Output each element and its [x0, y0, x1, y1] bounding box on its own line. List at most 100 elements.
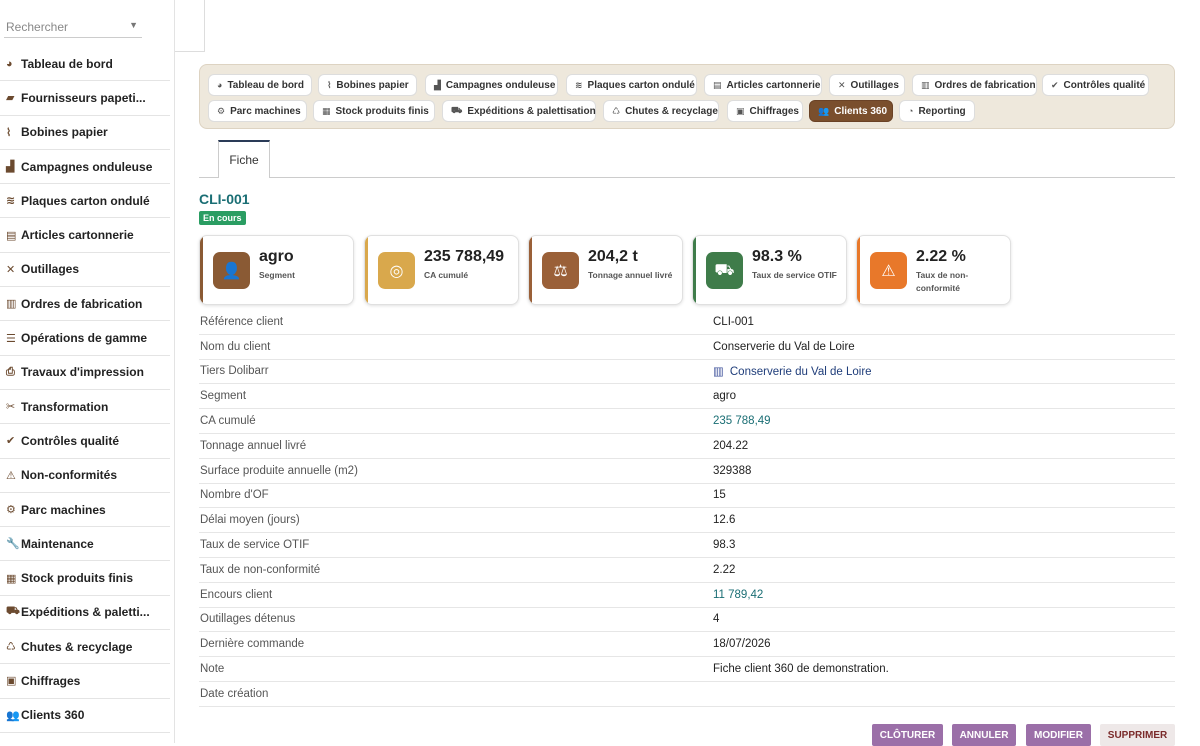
tab-label: Articles cartonnerie	[726, 79, 821, 91]
sidebar-menu: ◕ Tableau de bord ▰ Fournisseurs papeti... ⌇…	[0, 47, 170, 733]
field-label: Référence client	[200, 315, 284, 328]
sidebar-item[interactable]: ⌇ Bobines papier	[0, 116, 170, 150]
kpi-card: ◎ 235 788,49 CA cumulé	[364, 235, 519, 305]
module-tabs: ◕ Tableau de bord ⌇ Bobines papier ▟ Campagne…	[199, 64, 1175, 129]
field-value: 329388	[713, 464, 752, 477]
search-placeholder: Rechercher	[6, 20, 69, 34]
search-select[interactable]: Rechercher ▼	[4, 14, 142, 38]
field-value[interactable]: ▥ Conserverie du Val de Loire	[713, 364, 872, 378]
tab-plaques-carton-ondul[interactable]: ≋ Plaques carton ondulé	[566, 74, 697, 96]
field-value: 4	[713, 613, 720, 626]
kpi-value: 98.3 %	[752, 248, 802, 265]
tab-chutes-recyclage[interactable]: ♺ Chutes & recyclage	[603, 100, 719, 122]
sidebar-item[interactable]: ▰ Fournisseurs papeti...	[0, 81, 170, 116]
tab-label: Reporting	[918, 105, 966, 117]
field-label: Tonnage annuel livré	[200, 439, 307, 452]
detail-row: Nombre d'OF 15	[199, 484, 1175, 509]
box-icon: ▤	[713, 79, 722, 90]
tab-reporting[interactable]: ◔ Reporting	[899, 100, 975, 122]
cogs-icon: ⚙	[217, 105, 226, 116]
tab-campagnes-onduleuse[interactable]: ▟ Campagnes onduleuse	[425, 74, 558, 96]
top-strip	[175, 0, 205, 52]
industry-icon: ▟	[6, 161, 15, 174]
sidebar-item[interactable]: ≋ Plaques carton ondulé	[0, 184, 170, 219]
shipping-icon: ⛟	[6, 605, 20, 618]
chart-pie-icon: ◔	[908, 106, 914, 116]
tab-contr-les-qualit[interactable]: ✔ Contrôles qualité	[1042, 74, 1149, 96]
sidebar-item[interactable]: ☰ Opérations de gamme	[0, 321, 170, 356]
chevron-down-icon[interactable]: ▼	[129, 20, 138, 30]
status-badge: En cours	[199, 211, 246, 225]
tools-icon: ✕	[838, 79, 846, 90]
user-tag-icon: 👤	[213, 252, 250, 289]
sidebar-item[interactable]: ▣ Chiffrages	[0, 664, 170, 699]
recycle-icon: ♺	[612, 105, 621, 116]
tab-parc-machines[interactable]: ⚙ Parc machines	[208, 100, 307, 122]
tab-label: Campagnes onduleuse	[445, 79, 556, 91]
warehouse-icon: ▦	[6, 572, 17, 585]
tab-label: Chiffrages	[749, 105, 799, 117]
sidebar-item[interactable]: ⛟ Expéditions & paletti...	[0, 596, 170, 631]
record-tabs: Fiche	[199, 140, 1175, 178]
tab-label: Expéditions & palettisation	[467, 105, 596, 117]
sidebar-item-label: Chutes & recyclage	[21, 639, 133, 654]
detail-row: Outillages détenus 4	[199, 608, 1175, 633]
field-label: Taux de non-conformité	[200, 563, 321, 576]
kpi-label: Taux de non-conformité	[916, 270, 969, 293]
building-icon: ▥	[713, 366, 724, 379]
detail-row: Taux de non-conformité 2.22	[199, 558, 1175, 583]
tab-outillages[interactable]: ✕ Outillages	[829, 74, 905, 96]
sidebar-item-label: Travaux d'impression	[21, 365, 144, 380]
field-value: 15	[713, 489, 726, 502]
tab-exp-ditions-palettisation[interactable]: ⛟ Expéditions & palettisation	[442, 100, 596, 122]
kpi-accent-bar	[200, 236, 203, 304]
field-value: Conserverie du Val de Loire	[713, 340, 855, 353]
sidebar-item[interactable]: ♺ Chutes & recyclage	[0, 630, 170, 665]
field-label: Dernière commande	[200, 638, 305, 651]
field-value: 18/07/2026	[713, 638, 771, 651]
sidebar-item[interactable]: ✂ Transformation	[0, 390, 170, 425]
sidebar-item-label: Clients 360	[21, 708, 85, 723]
tab-label: Stock produits finis	[335, 105, 429, 117]
sidebar-item[interactable]: ⎙ Travaux d'impression	[0, 356, 170, 390]
kpi-label: Taux de service OTIF	[752, 270, 837, 280]
sidebar-item[interactable]: 👥 Clients 360	[0, 699, 170, 733]
users-icon: 👥	[818, 105, 830, 116]
sidebar-item[interactable]: ⚠ Non-conformités	[0, 459, 170, 493]
sidebar-item[interactable]: ▦ Stock produits finis	[0, 561, 170, 596]
gauge-icon: ◕	[6, 57, 13, 70]
sidebar-item[interactable]: ▟ Campagnes onduleuse	[0, 150, 170, 185]
scissors-icon: ✂	[6, 401, 16, 414]
layers-icon: ≋	[6, 195, 16, 208]
warehouse-icon: ▦	[322, 105, 331, 116]
tab-ordres-de-fabrication[interactable]: ▥ Ordres de fabrication	[912, 74, 1037, 96]
detail-row: Tiers Dolibarr ▥ Conserverie du Val de Loi…	[199, 360, 1175, 385]
tab-chiffrages[interactable]: ▣ Chiffrages	[727, 100, 803, 122]
tab-bobines-papier[interactable]: ⌇ Bobines papier	[318, 74, 417, 96]
sidebar-item[interactable]: ⚙ Parc machines	[0, 493, 170, 528]
detail-row: Segment agro	[199, 384, 1175, 410]
field-value: 204.22	[713, 439, 749, 452]
kpi-card: ⛟ 98.3 % Taux de service OTIF	[692, 235, 847, 305]
detail-row: Date création	[199, 682, 1175, 707]
tab-clients-360[interactable]: 👥 Clients 360	[809, 100, 893, 122]
field-value: 2.22	[713, 563, 736, 576]
kpi-label: Segment	[259, 270, 295, 280]
tab-fiche[interactable]: Fiche	[218, 140, 270, 178]
truck-paper-icon: ▰	[6, 92, 15, 105]
sidebar-item[interactable]: ▤ Articles cartonnerie	[0, 218, 170, 253]
tab-stock-produits-finis[interactable]: ▦ Stock produits finis	[313, 100, 435, 122]
sidebar-item[interactable]: ✔ Contrôles qualité	[0, 424, 170, 459]
detail-row: Dernière commande 18/07/2026	[199, 632, 1175, 658]
tab-tableau-de-bord[interactable]: ◕ Tableau de bord	[208, 74, 312, 96]
tab-articles-cartonnerie[interactable]: ▤ Articles cartonnerie	[704, 74, 822, 96]
field-label: CA cumulé	[200, 415, 256, 428]
kpi-value: 235 788,49	[424, 248, 505, 265]
sidebar-item-label: Ordres de fabrication	[21, 296, 143, 311]
detail-row: Tonnage annuel livré 204.22	[199, 434, 1175, 459]
sidebar-item[interactable]: 🔧 Maintenance	[0, 527, 170, 562]
sidebar-item[interactable]: ✕ Outillages	[0, 253, 170, 288]
sidebar-item[interactable]: ◕ Tableau de bord	[0, 47, 170, 82]
field-label: Taux de service OTIF	[200, 539, 310, 552]
sidebar-item[interactable]: ▥ Ordres de fabrication	[0, 287, 170, 322]
